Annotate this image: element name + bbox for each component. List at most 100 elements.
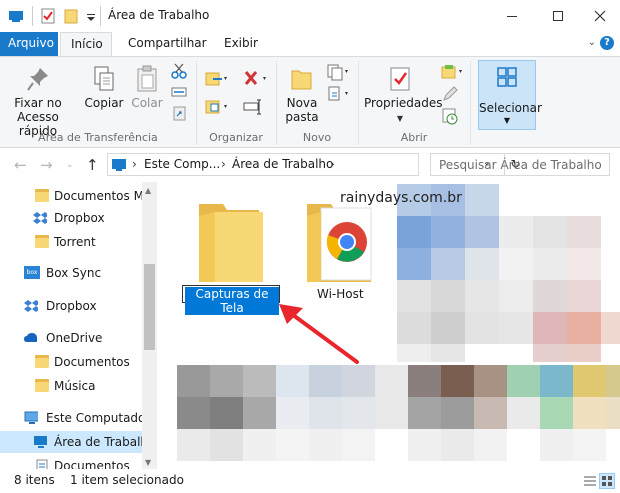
- history-icon[interactable]: [441, 107, 459, 125]
- up-arrow-icon[interactable]: ↑: [86, 156, 99, 174]
- breadcrumb-separator-icon: ›: [330, 157, 335, 171]
- sidebar-item-torrent[interactable]: Torrent: [0, 231, 142, 253]
- group-separator: [470, 61, 471, 145]
- properties-button[interactable]: Propriedades ▼: [364, 65, 443, 126]
- sidebar-item-label: Documentos: [54, 355, 130, 369]
- maximize-button[interactable]: [535, 0, 581, 32]
- scroll-down-icon[interactable]: ▼: [145, 458, 151, 467]
- sidebar-item-box-sync[interactable]: box Box Sync: [0, 262, 142, 284]
- tab-share[interactable]: Compartilhar: [118, 32, 217, 56]
- mosaic-tile: [499, 216, 533, 248]
- help-icon[interactable]: ?: [600, 36, 614, 50]
- breadcrumb-desktop[interactable]: Área de Trabalho: [232, 157, 333, 171]
- sidebar-item-label: Dropbox: [54, 211, 105, 225]
- group-label-organize: Organizar: [209, 131, 263, 144]
- mosaic-tile: [567, 312, 601, 344]
- divider: [100, 6, 101, 26]
- breadcrumb-this-pc[interactable]: Este Comp...: [144, 157, 220, 171]
- mosaic-tile: [243, 429, 276, 461]
- new-folder-line2: pasta: [285, 110, 319, 124]
- clipboard-icon: [137, 65, 157, 92]
- sidebar-item-este-computador[interactable]: Este Computador: [0, 407, 150, 429]
- chrome-folder-icon: [307, 204, 372, 282]
- delete-icon[interactable]: [241, 69, 271, 89]
- new-item-icon[interactable]: [326, 63, 352, 81]
- properties-quick-icon[interactable]: [40, 7, 56, 25]
- copy-button[interactable]: Copiar: [84, 65, 124, 110]
- recent-locations-icon[interactable]: ⌄: [66, 160, 74, 170]
- paste-shortcut-icon[interactable]: [171, 105, 187, 121]
- close-button[interactable]: [580, 0, 620, 32]
- rename-input[interactable]: Capturas de Tela: [182, 285, 280, 315]
- search-input[interactable]: Pesquisar Área de Trabalho: [430, 153, 610, 176]
- back-arrow-icon[interactable]: ←: [14, 156, 27, 174]
- sidebar-item-onedrive[interactable]: OneDrive: [0, 327, 142, 349]
- details-view-icon[interactable]: [583, 474, 597, 488]
- sidebar-item-area-de-trabalho[interactable]: Área de Trabalho: [0, 431, 155, 453]
- properties-icon: [390, 67, 410, 91]
- properties-label: Propriedades: [364, 96, 443, 110]
- properties-dropdown-icon[interactable]: ▼: [364, 112, 436, 126]
- mosaic-tile: [431, 344, 465, 362]
- new-folder-line1: Nova: [286, 96, 318, 110]
- large-icons-view-icon[interactable]: [599, 473, 615, 489]
- sidebar-item-documentos-onedrive[interactable]: Documentos: [0, 351, 142, 373]
- folder-item-capturas[interactable]: Capturas de Tela: [179, 194, 283, 315]
- tab-file[interactable]: Arquivo: [0, 32, 58, 56]
- mosaic-tile: [309, 429, 342, 461]
- customize-toolbar-icon[interactable]: [85, 7, 97, 25]
- explorer-icon[interactable]: [8, 7, 24, 25]
- mosaic-tile: [606, 397, 620, 429]
- forward-arrow-icon[interactable]: →: [40, 156, 53, 174]
- folder-item-wi-host[interactable]: Wi-Host: [293, 194, 387, 306]
- folder-icon: [35, 189, 49, 202]
- mosaic-tile: [533, 344, 567, 362]
- mosaic-tile: [465, 312, 499, 344]
- copy-path-icon[interactable]: [171, 85, 187, 99]
- sidebar-item-documentos-ma[interactable]: Documentos Má: [0, 185, 151, 207]
- mosaic-tile: [533, 216, 567, 248]
- folder-icon: [35, 379, 49, 392]
- mosaic-tile: [276, 365, 309, 397]
- edit-icon[interactable]: [441, 85, 459, 103]
- ribbon: Fixar no Acesso rápido Copiar Colar Área…: [0, 56, 620, 148]
- mosaic-tile: [342, 429, 375, 461]
- select-button[interactable]: Selecionar ▼: [478, 60, 542, 130]
- sidebar-item-musica[interactable]: Música: [0, 375, 142, 397]
- rename-icon[interactable]: [243, 97, 263, 117]
- mosaic-tile: [375, 365, 408, 397]
- sidebar-item-dropbox[interactable]: Dropbox: [0, 207, 142, 229]
- mosaic-tile: [397, 248, 431, 280]
- mosaic-tile: [276, 429, 309, 461]
- scroll-up-icon[interactable]: ▲: [145, 186, 151, 195]
- paste-button[interactable]: Colar: [128, 65, 166, 110]
- mosaic-tile: [533, 312, 567, 344]
- mosaic-tile: [465, 216, 499, 248]
- minimize-button[interactable]: [489, 0, 535, 32]
- cut-icon[interactable]: [171, 63, 187, 79]
- sidebar-item-label: Box Sync: [46, 266, 102, 280]
- mosaic-tile: [408, 397, 441, 429]
- copy-to-icon[interactable]: [204, 97, 230, 117]
- selection-count: 1 item selecionado: [70, 473, 184, 487]
- mosaic-tile: [474, 429, 507, 461]
- sidebar-scrollbar[interactable]: ▲ ▼: [142, 182, 157, 469]
- new-folder-quick-icon[interactable]: [63, 7, 79, 25]
- pin-quick-access-button[interactable]: Fixar no Acesso rápido: [6, 65, 70, 138]
- scrollbar-thumb[interactable]: [144, 264, 155, 350]
- easy-access-icon[interactable]: [326, 85, 352, 103]
- tab-view[interactable]: Exibir: [214, 32, 268, 56]
- open-icon[interactable]: [440, 63, 466, 81]
- sidebar-item-documentos-pc[interactable]: Documentos: [0, 455, 142, 469]
- tab-home[interactable]: Início: [60, 32, 112, 57]
- mosaic-tile: [397, 280, 431, 312]
- new-folder-button[interactable]: Nova pasta: [284, 65, 320, 124]
- box-icon: box: [24, 266, 40, 279]
- copy-label: Copiar: [84, 96, 124, 110]
- mosaic-tile: [309, 397, 342, 429]
- address-bar[interactable]: › Este Comp... › Área de Trabalho › ⌄ ↻: [107, 153, 521, 176]
- move-to-icon[interactable]: [204, 69, 230, 89]
- sidebar-item-dropbox-root[interactable]: Dropbox: [0, 295, 142, 317]
- mosaic-tile: [606, 365, 620, 397]
- chevron-down-icon[interactable]: ⌄: [588, 37, 596, 48]
